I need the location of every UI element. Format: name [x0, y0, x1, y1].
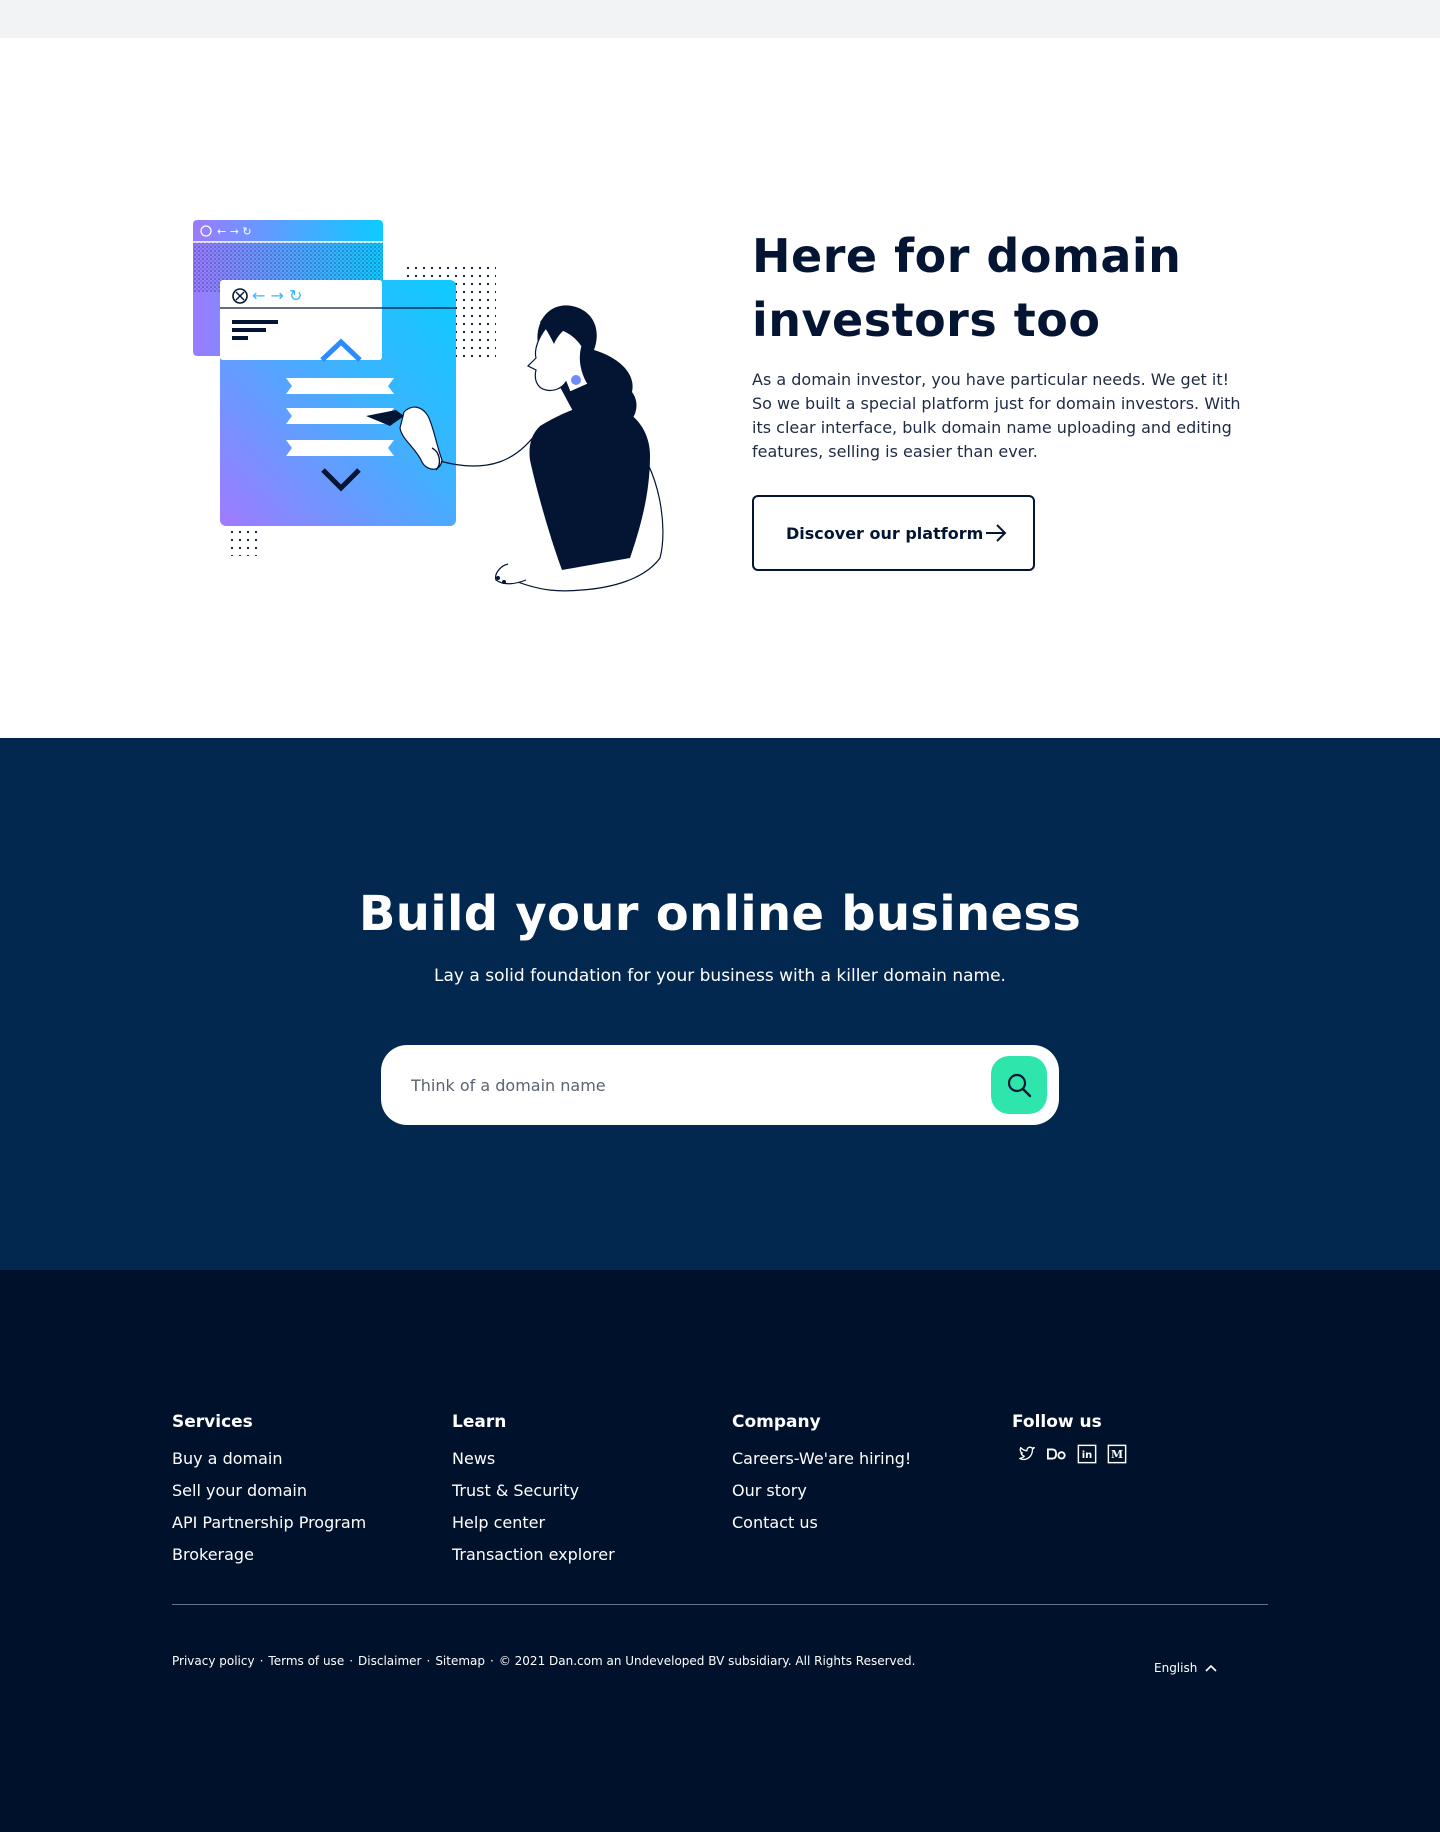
- build-heading: Build your online business: [358, 886, 1082, 942]
- twitter-icon[interactable]: [1016, 1443, 1038, 1465]
- footer-link-api-partnership[interactable]: API Partnership Program: [172, 1507, 366, 1539]
- domain-search-input[interactable]: [411, 1065, 951, 1105]
- search-button[interactable]: [991, 1056, 1047, 1114]
- linkedin-icon[interactable]: in: [1076, 1443, 1098, 1465]
- footer-company-column: Company Careers-We'are hiring! Our story…: [732, 1412, 911, 1539]
- footer-company-heading: Company: [732, 1412, 821, 1432]
- medium-icon[interactable]: M: [1106, 1443, 1128, 1465]
- terms-of-use-link[interactable]: Terms of use: [268, 1654, 344, 1668]
- footer-link-contact[interactable]: Contact us: [732, 1507, 911, 1539]
- discover-platform-button[interactable]: Discover our platform: [752, 495, 1035, 571]
- search-icon: [1007, 1073, 1032, 1098]
- footer-services-column: Services Buy a domain Sell your domain A…: [172, 1412, 366, 1571]
- legal-links: Privacy policy · Terms of use · Disclaim…: [172, 1654, 915, 1668]
- language-selector[interactable]: English: [1154, 1661, 1217, 1675]
- build-subtitle: Lay a solid foundation for your business…: [434, 966, 1006, 986]
- language-label: English: [1154, 1661, 1198, 1675]
- footer-learn-heading: Learn: [452, 1412, 507, 1432]
- legal-separator: ·: [349, 1654, 354, 1668]
- legal-separator: ·: [259, 1654, 264, 1668]
- footer-link-buy-domain[interactable]: Buy a domain: [172, 1443, 366, 1475]
- build-business-section: Build your online business Lay a solid f…: [0, 738, 1440, 1270]
- svg-text:← → ↻: ← → ↻: [252, 286, 302, 305]
- domain-investor-illustration: ← → ↻ ← → ↻: [193, 220, 664, 592]
- footer-divider: [172, 1604, 1268, 1605]
- investors-description: As a domain investor, you have particula…: [752, 370, 1241, 461]
- footer-link-news[interactable]: News: [452, 1443, 615, 1475]
- investors-heading-line2: investors too: [752, 293, 1101, 347]
- domain-search-box: [381, 1045, 1059, 1125]
- disclaimer-link[interactable]: Disclaimer: [358, 1654, 421, 1668]
- legal-separator: ·: [426, 1654, 431, 1668]
- investors-section: ← → ↻ ← → ↻ Here for domain investors to…: [0, 38, 1440, 738]
- footer-link-sell-domain[interactable]: Sell your domain: [172, 1475, 366, 1507]
- discover-platform-label: Discover our platform: [786, 523, 984, 543]
- linkedin-letters: in: [1082, 1450, 1093, 1461]
- legal-separator: ·: [490, 1654, 494, 1668]
- footer-link-trust-security[interactable]: Trust & Security: [452, 1475, 615, 1507]
- site-footer: Services Buy a domain Sell your domain A…: [0, 1270, 1440, 1832]
- footer-link-help-center[interactable]: Help center: [452, 1507, 615, 1539]
- privacy-policy-link[interactable]: Privacy policy: [172, 1654, 255, 1668]
- top-bar: [0, 0, 1440, 38]
- footer-link-brokerage[interactable]: Brokerage: [172, 1539, 366, 1571]
- copyright-text: © 2021 Dan.com an Undeveloped BV subsidi…: [498, 1654, 916, 1668]
- sitemap-link[interactable]: Sitemap: [435, 1654, 485, 1668]
- footer-services-heading: Services: [172, 1412, 253, 1432]
- footer-link-careers[interactable]: Careers-We'are hiring!: [732, 1443, 911, 1475]
- footer-learn-column: Learn News Trust & Security Help center …: [452, 1412, 615, 1571]
- investors-heading: Here for domain investors too: [752, 224, 1312, 352]
- footer-link-our-story[interactable]: Our story: [732, 1475, 911, 1507]
- investors-heading-line1: Here for domain: [752, 229, 1182, 283]
- arrow-right-icon: [986, 524, 1007, 542]
- dribbble-icon[interactable]: [1046, 1443, 1068, 1465]
- footer-link-transaction-explorer[interactable]: Transaction explorer: [452, 1539, 615, 1571]
- chevron-up-icon: [1205, 1664, 1217, 1672]
- medium-letter: M: [1111, 1448, 1123, 1461]
- social-links: in M: [1016, 1443, 1128, 1465]
- svg-text:← → ↻: ← → ↻: [217, 225, 252, 238]
- footer-follow-heading: Follow us: [1012, 1412, 1102, 1432]
- footer-follow-column: Follow us in M: [1012, 1412, 1128, 1465]
